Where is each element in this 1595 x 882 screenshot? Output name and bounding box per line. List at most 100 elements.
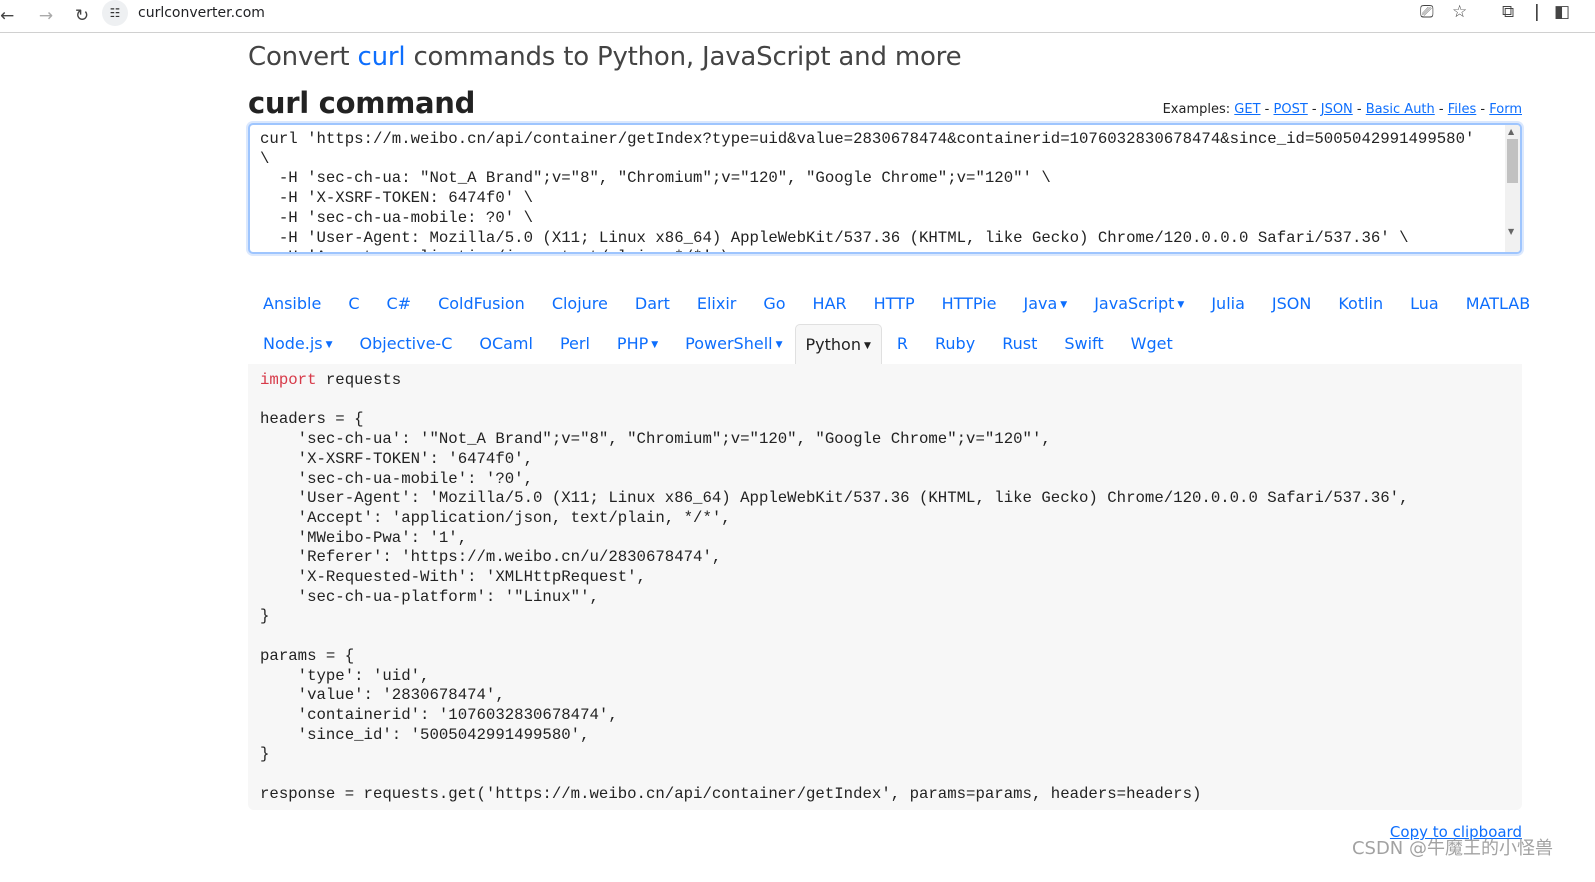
tab-label: PHP [616,334,649,353]
tab-kotlin[interactable]: Kotlin [1323,284,1395,324]
tab-matlab[interactable]: MATLAB [1451,284,1542,324]
tab-python[interactable]: Python ▼ [794,324,882,364]
curl-command-input[interactable]: curl 'https://m.weibo.cn/api/container/g… [248,123,1522,254]
tab-c-[interactable]: C# [371,284,423,324]
tab-rust[interactable]: Rust [987,324,1049,364]
tab-c[interactable]: C [333,284,371,324]
tab-label: PowerShell [685,334,773,353]
curl-command-heading: curl command [248,86,476,120]
tab-coldfusion[interactable]: ColdFusion [423,284,537,324]
tab-label: Elixir [696,294,737,313]
tab-label: C# [386,294,412,313]
site-settings-icon[interactable]: ☷ [102,0,128,26]
examples: Examples: GET - POST - JSON - Basic Auth… [1162,102,1522,117]
tab-label: Rust [1002,334,1038,353]
caret-down-icon: ▼ [1060,300,1068,310]
tab-label: Java [1023,294,1058,313]
tab-label: Python [805,335,861,354]
tab-node-js[interactable]: Node.js ▼ [248,324,345,364]
examples-label: Examples: [1162,102,1231,117]
tab-label: Go [763,294,786,313]
example-form[interactable]: Form [1489,102,1522,117]
star-icon[interactable]: ☆ [1452,2,1467,22]
tab-label: HTTP [873,294,915,313]
tab-label: Lua [1410,294,1439,313]
back-icon[interactable]: ← [0,6,14,26]
address-bar[interactable]: ☷ curlconverter.com [102,0,1402,26]
tab-label: HTTPie [941,294,997,313]
scroll-down-icon[interactable]: ▼ [1508,227,1514,236]
tab-label: JSON [1271,294,1312,313]
tab-label: JavaScript [1094,294,1175,313]
title-text: Convert [248,42,358,72]
tab-ocaml[interactable]: OCaml [464,324,545,364]
caret-down-icon: ▼ [651,340,659,350]
sidebar-icon[interactable]: ◧ [1554,2,1570,22]
tab-dart[interactable]: Dart [620,284,682,324]
tab-perl[interactable]: Perl [545,324,602,364]
tab-ruby[interactable]: Ruby [920,324,987,364]
tab-json[interactable]: JSON [1257,284,1323,324]
tab-label: Ansible [263,294,322,313]
tab-powershell[interactable]: PowerShell ▼ [670,324,794,364]
curl-link[interactable]: curl [357,42,405,72]
tab-label: Clojure [551,294,608,313]
caret-down-icon: ▼ [775,340,783,350]
example-files[interactable]: Files [1448,102,1477,117]
tab-label: Objective-C [359,334,453,353]
language-tabs: Ansible C C# ColdFusion Clojure Dart Elixir Go H… [248,284,1530,364]
tab-label: ColdFusion [438,294,525,313]
caret-down-icon: ▼ [325,340,333,350]
url-text[interactable]: curlconverter.com [138,5,265,21]
forward-icon[interactable]: → [28,6,64,26]
extensions-icon[interactable]: ⧉ [1502,2,1514,22]
caret-down-icon: ▼ [863,341,871,351]
tab-label: Wget [1130,334,1173,353]
tab-label: Julia [1211,294,1245,313]
tab-clojure[interactable]: Clojure [537,284,620,324]
tab-http[interactable]: HTTP [859,284,927,324]
tab-httpie[interactable]: HTTPie [927,284,1009,324]
tab-ansible[interactable]: Ansible [248,284,333,324]
tab-r[interactable]: R [882,324,920,364]
tab-go[interactable]: Go [748,284,797,324]
tab-label: Ruby [935,334,976,353]
tab-label: Node.js [263,334,323,353]
tab-label: OCaml [479,334,533,353]
generated-code: import requests headers = { 'sec-ch-ua':… [248,364,1522,810]
tab-label: MATLAB [1465,294,1531,313]
scroll-up-icon[interactable]: ▲ [1508,127,1514,136]
tab-javascript[interactable]: JavaScript ▼ [1079,284,1196,324]
caret-down-icon: ▼ [1177,300,1185,310]
tab-label: C [348,294,360,313]
tab-java[interactable]: Java ▼ [1008,284,1079,324]
code-body: requests headers = { 'sec-ch-ua': '"Not_… [260,371,1409,803]
watermark: CSDN @牛魔王的小怪兽 [1351,838,1553,859]
page-title: Convert curl commands to Python, JavaScr… [248,42,1522,72]
reload-icon[interactable]: ↻ [64,6,100,26]
tab-elixir[interactable]: Elixir [682,284,749,324]
tab-har[interactable]: HAR [798,284,859,324]
tab-label: HAR [812,294,847,313]
example-basic-auth[interactable]: Basic Auth [1366,102,1435,117]
divider: | [1534,2,1540,22]
code-keyword: import [260,371,317,389]
code-text: import requests headers = { 'sec-ch-ua':… [260,371,1510,804]
example-get[interactable]: GET [1234,102,1260,117]
tab-php[interactable]: PHP ▼ [602,324,670,364]
curl-command-text[interactable]: curl 'https://m.weibo.cn/api/container/g… [250,125,1520,252]
install-icon[interactable]: ⎚ [1420,2,1434,22]
example-post[interactable]: POST [1274,102,1308,117]
tab-lua[interactable]: Lua [1395,284,1451,324]
tab-label: Swift [1064,334,1104,353]
scrollbar-thumb[interactable] [1507,139,1518,183]
tab-objective-c[interactable]: Objective-C [345,324,465,364]
tab-label: R [896,334,909,353]
browser-toolbar: ← → ↻ ☷ curlconverter.com ⎚ ☆ ⧉ | ◧ [0,0,1595,33]
tab-wget[interactable]: Wget [1116,324,1185,364]
scrollbar[interactable]: ▲ ▼ [1505,125,1520,252]
example-json[interactable]: JSON [1321,102,1353,117]
tab-julia[interactable]: Julia [1196,284,1257,324]
tab-swift[interactable]: Swift [1049,324,1115,364]
tab-label: Kotlin [1338,294,1384,313]
